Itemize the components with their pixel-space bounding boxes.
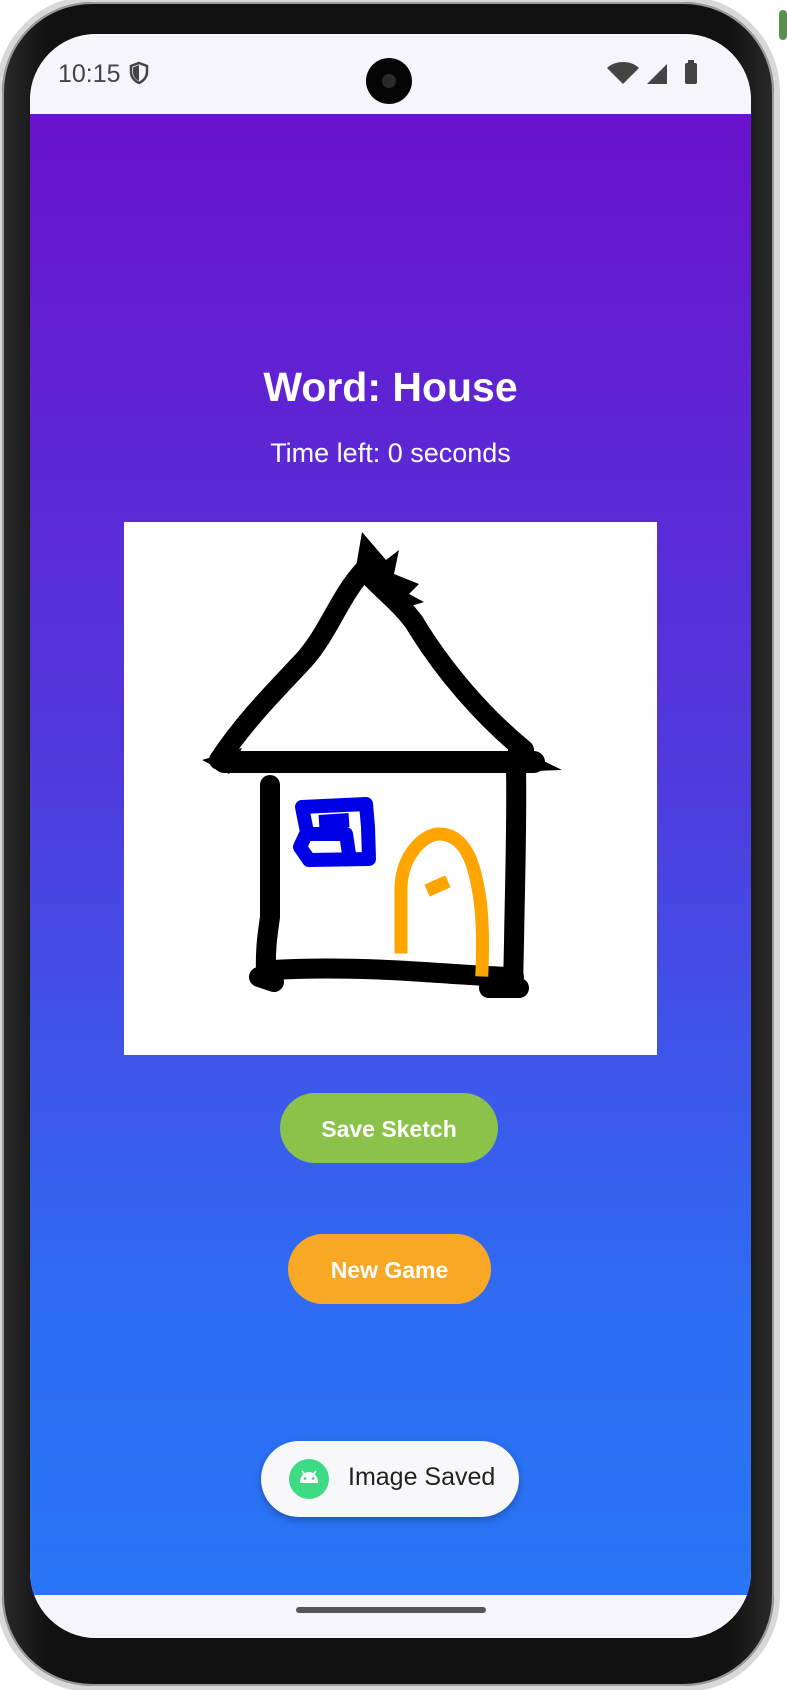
front-camera <box>366 58 412 104</box>
save-sketch-button[interactable]: Save Sketch <box>280 1093 498 1163</box>
battery-icon <box>685 60 697 84</box>
drawing-canvas[interactable] <box>124 522 657 1055</box>
word-title: Word: House <box>263 364 518 410</box>
status-icons <box>605 60 705 91</box>
window-stroke <box>293 797 376 867</box>
navigation-bar <box>30 1595 751 1638</box>
time-left-label: Time left: 0 seconds <box>270 438 511 468</box>
toast-message: Image Saved <box>348 1463 496 1491</box>
shield-icon <box>129 61 149 90</box>
signal-icon <box>647 64 667 84</box>
new-game-button[interactable]: New Game <box>288 1234 491 1304</box>
status-time: 10:15 <box>58 60 121 88</box>
power-button <box>779 10 787 40</box>
house-sketch <box>202 532 562 998</box>
phone-screen: 10:15 Word: House Time left: 0 seconds S… <box>30 34 751 1638</box>
android-icon <box>289 1459 329 1499</box>
game-screen: Word: House Time left: 0 seconds Save Sk… <box>30 114 751 1595</box>
phone-device: 10:15 Word: House Time left: 0 seconds S… <box>0 0 787 1690</box>
toast-notification: Image Saved <box>261 1441 519 1517</box>
wifi-icon <box>607 62 639 84</box>
home-gesture-handle[interactable] <box>296 1607 486 1613</box>
door-stroke <box>394 827 490 977</box>
roof-stroke <box>209 560 545 773</box>
status-bar: 10:15 <box>30 34 751 114</box>
